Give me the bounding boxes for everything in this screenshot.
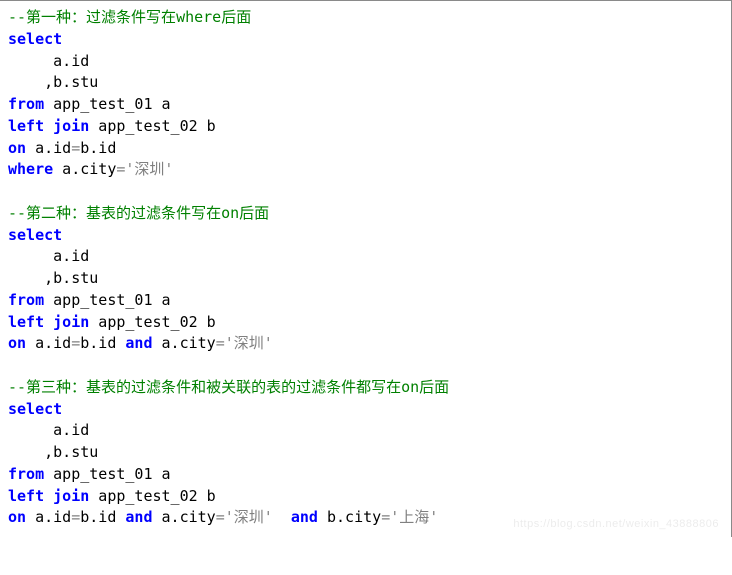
table-ref: app_test_01 a: [44, 95, 170, 113]
comment-line: --第三种：基表的过滤条件和被关联的表的过滤条件都写在on后面: [8, 378, 449, 396]
on-expr: b.id: [80, 508, 116, 526]
keyword-select: select: [8, 226, 62, 244]
keyword-select: select: [8, 400, 62, 418]
table-ref: app_test_01 a: [44, 291, 170, 309]
on-expr: b.id: [80, 334, 116, 352]
keyword-from: from: [8, 291, 44, 309]
operator-eq: =: [71, 334, 80, 352]
table-ref: app_test_02 b: [89, 487, 215, 505]
string-literal: '深圳': [225, 334, 273, 352]
operator-eq: =: [71, 508, 80, 526]
watermark-text: https://blog.csdn.net/weixin_43888806: [513, 517, 719, 533]
keyword-from: from: [8, 465, 44, 483]
keyword-left-join: left join: [8, 487, 89, 505]
keyword-and: and: [125, 508, 152, 526]
operator-eq: =: [216, 334, 225, 352]
and-col: a.city: [153, 508, 216, 526]
keyword-and: and: [125, 334, 152, 352]
column: ,b.stu: [8, 73, 98, 91]
column: ,b.stu: [8, 443, 98, 461]
column: a.id: [8, 421, 89, 439]
code-content: --第一种：过滤条件写在where后面 select a.id ,b.stu f…: [8, 7, 731, 529]
where-col: a.city: [53, 160, 116, 178]
column: a.id: [8, 247, 89, 265]
on-expr: a.id: [26, 508, 71, 526]
keyword-where: where: [8, 160, 53, 178]
keyword-on: on: [8, 334, 26, 352]
code-block: --第一种：过滤条件写在where后面 select a.id ,b.stu f…: [0, 3, 731, 529]
table-ref: app_test_02 b: [89, 117, 215, 135]
keyword-left-join: left join: [8, 117, 89, 135]
comment-line: --第二种：基表的过滤条件写在on后面: [8, 204, 269, 222]
string-literal: '深圳': [125, 160, 173, 178]
string-literal: '上海': [390, 508, 438, 526]
keyword-from: from: [8, 95, 44, 113]
and-col: a.city: [153, 334, 216, 352]
keyword-on: on: [8, 139, 26, 157]
table-ref: app_test_02 b: [89, 313, 215, 331]
operator-eq: =: [216, 508, 225, 526]
keyword-and: and: [291, 508, 318, 526]
comment-line: --第一种：过滤条件写在where后面: [8, 8, 251, 26]
column: ,b.stu: [8, 269, 98, 287]
on-expr: a.id: [26, 334, 71, 352]
keyword-select: select: [8, 30, 62, 48]
operator-eq: =: [71, 139, 80, 157]
keyword-left-join: left join: [8, 313, 89, 331]
operator-eq: =: [381, 508, 390, 526]
on-expr: a.id: [26, 139, 71, 157]
column: a.id: [8, 52, 89, 70]
string-literal: '深圳': [225, 508, 273, 526]
on-expr: b.id: [80, 139, 116, 157]
table-ref: app_test_01 a: [44, 465, 170, 483]
code-editor-pane: --第一种：过滤条件写在where后面 select a.id ,b.stu f…: [0, 0, 732, 537]
keyword-on: on: [8, 508, 26, 526]
and-col: b.city: [318, 508, 381, 526]
